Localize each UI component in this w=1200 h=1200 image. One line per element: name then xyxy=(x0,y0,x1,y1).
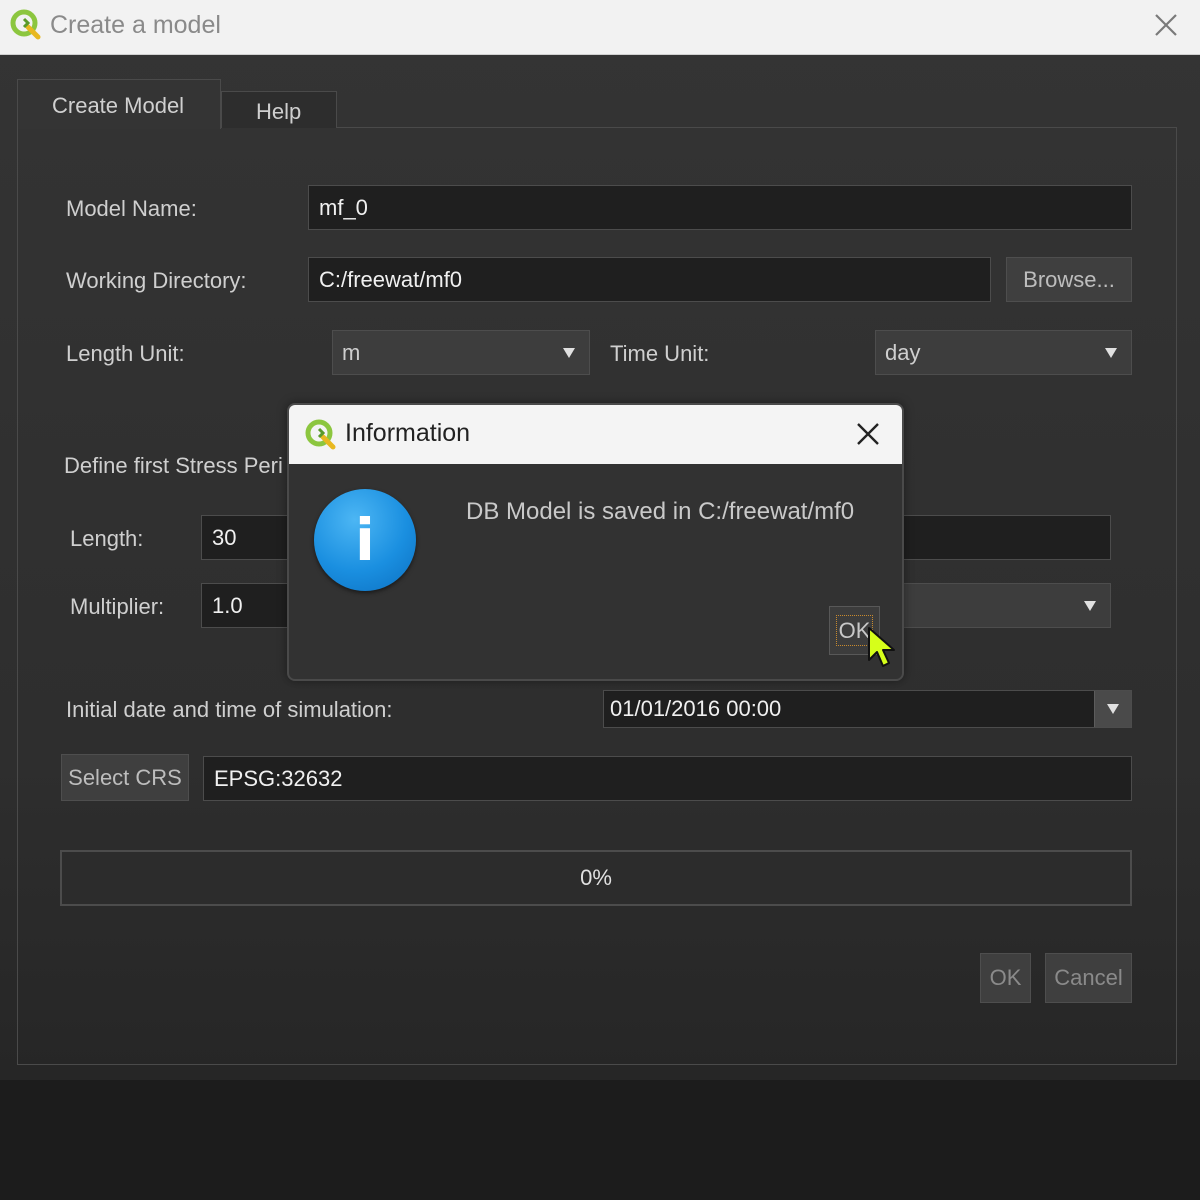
crs-input[interactable]: EPSG:32632 xyxy=(203,756,1132,801)
progress-bar: 0% xyxy=(60,850,1132,906)
dialog-title: Information xyxy=(345,419,471,447)
dialog-message: DB Model is saved in C:/freewat/mf0 xyxy=(466,498,855,525)
multiplier-input[interactable]: 1.0 xyxy=(201,583,291,628)
dialog-titlebar: Information xyxy=(289,405,902,464)
initial-date-input[interactable]: 01/01/2016 00:00 xyxy=(603,690,1132,728)
qgis-logo-icon xyxy=(10,9,41,40)
stress-period-heading: Define first Stress Peri xyxy=(64,453,283,478)
stress-period-right-select[interactable] xyxy=(900,583,1111,628)
chevron-down-icon xyxy=(1084,600,1096,611)
length-unit-value: m xyxy=(342,339,361,365)
browse-button[interactable]: Browse... xyxy=(1006,257,1132,302)
stress-period-right-input[interactable] xyxy=(900,515,1111,560)
tab-help[interactable]: Help xyxy=(221,91,337,128)
qgis-logo-icon xyxy=(305,419,336,450)
info-icon: i xyxy=(314,489,416,591)
window-title: Create a model xyxy=(50,11,221,39)
time-unit-label: Time Unit: xyxy=(610,341,710,366)
time-unit-value: day xyxy=(885,339,921,365)
window-titlebar: Create a model xyxy=(0,0,1200,55)
close-icon[interactable] xyxy=(855,421,881,447)
working-directory-input[interactable]: C:/freewat/mf0 xyxy=(308,257,991,302)
model-name-label: Model Name: xyxy=(66,196,197,221)
working-directory-label: Working Directory: xyxy=(66,268,247,293)
cancel-button[interactable]: Cancel xyxy=(1045,953,1132,1003)
information-dialog: Information i DB Model is saved in C:/fr… xyxy=(287,403,904,681)
initial-date-value: 01/01/2016 00:00 xyxy=(610,696,782,721)
multiplier-label: Multiplier: xyxy=(70,594,165,619)
select-crs-button[interactable]: Select CRS xyxy=(61,754,189,801)
chevron-down-icon xyxy=(563,347,575,358)
model-name-input[interactable]: mf_0 xyxy=(308,185,1132,230)
ok-button[interactable]: OK xyxy=(980,953,1031,1003)
chevron-down-icon xyxy=(1105,347,1117,358)
tab-create-model[interactable]: Create Model xyxy=(17,79,221,129)
length-unit-label: Length Unit: xyxy=(66,341,185,366)
chevron-down-icon xyxy=(1107,704,1119,714)
length-unit-select[interactable]: m xyxy=(332,330,590,375)
mouse-cursor-icon xyxy=(868,627,895,667)
length-input[interactable]: 30 xyxy=(201,515,291,560)
close-icon[interactable] xyxy=(1150,9,1182,41)
length-label: Length: xyxy=(70,526,144,551)
initial-date-label: Initial date and time of simulation: xyxy=(66,697,393,722)
date-dropdown-button[interactable] xyxy=(1094,691,1131,727)
time-unit-select[interactable]: day xyxy=(875,330,1132,375)
progress-text: 0% xyxy=(580,865,612,890)
info-glyph: i xyxy=(355,506,375,574)
